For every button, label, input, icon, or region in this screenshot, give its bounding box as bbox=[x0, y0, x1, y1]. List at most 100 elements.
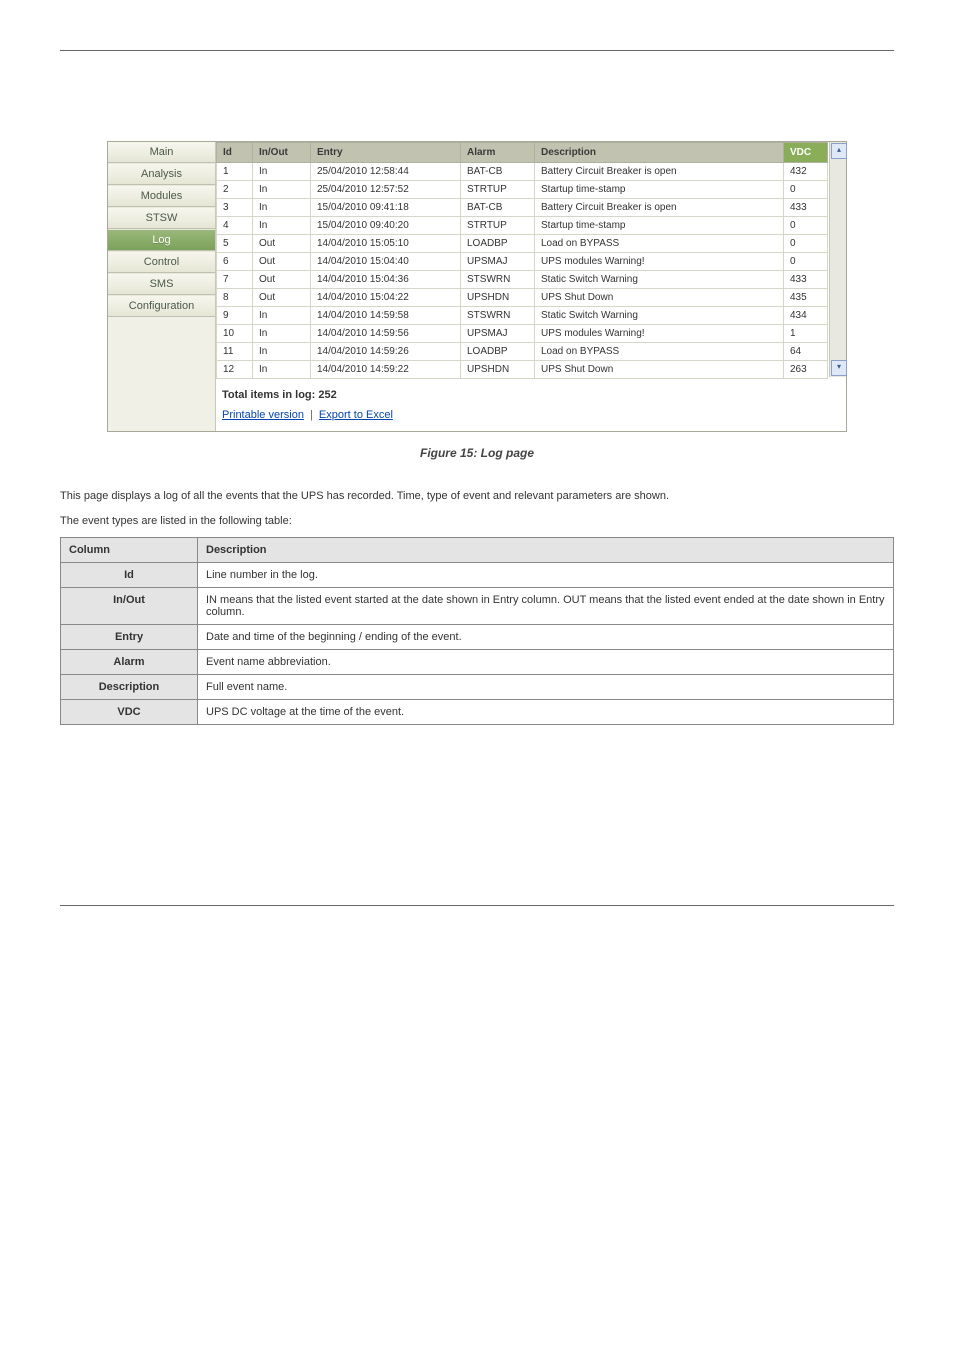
sidebar-item-label: Main bbox=[150, 146, 174, 158]
cell-id: 8 bbox=[217, 289, 253, 307]
sidebar-item-log[interactable]: Log bbox=[108, 229, 215, 251]
printable-version-link[interactable]: Printable version bbox=[222, 409, 304, 421]
log-content: Id In/Out Entry Alarm Description VDC 1I… bbox=[216, 142, 846, 431]
figure-caption: Figure 15: Log page bbox=[60, 446, 894, 460]
cell-entry: 14/04/2010 14:59:58 bbox=[311, 307, 461, 325]
cell-id: 5 bbox=[217, 235, 253, 253]
table-row[interactable]: 6Out14/04/2010 15:04:40UPSMAJUPS modules… bbox=[217, 253, 828, 271]
cell-id: 11 bbox=[217, 343, 253, 361]
log-screenshot-panel: Main Analysis Modules STSW Log Control S… bbox=[107, 141, 847, 432]
cell-inout: Out bbox=[253, 271, 311, 289]
cell-vdc: 0 bbox=[784, 181, 828, 199]
fields-cell-description: Full event name. bbox=[198, 675, 894, 700]
cell-inout: In bbox=[253, 307, 311, 325]
scrollbar[interactable]: ▴ ▾ bbox=[829, 142, 846, 377]
table-row[interactable]: 2In25/04/2010 12:57:52STRTUPStartup time… bbox=[217, 181, 828, 199]
body-paragraph-1: This page displays a log of all the even… bbox=[60, 488, 894, 505]
cell-vdc: 0 bbox=[784, 217, 828, 235]
sidebar-item-control[interactable]: Control bbox=[108, 251, 215, 273]
cell-alarm: UPSMAJ bbox=[461, 325, 535, 343]
sidebar-item-label: Analysis bbox=[141, 168, 182, 180]
body-paragraph-2: The event types are listed in the follow… bbox=[60, 513, 894, 530]
cell-vdc: 263 bbox=[784, 361, 828, 379]
cell-description: UPS Shut Down bbox=[535, 361, 784, 379]
fields-cell-key: Alarm bbox=[61, 650, 198, 675]
cell-entry: 14/04/2010 15:05:10 bbox=[311, 235, 461, 253]
fields-cell-key: VDC bbox=[61, 700, 198, 725]
cell-inout: In bbox=[253, 199, 311, 217]
table-row[interactable]: 3In15/04/2010 09:41:18BAT-CBBattery Circ… bbox=[217, 199, 828, 217]
cell-description: UPS modules Warning! bbox=[535, 325, 784, 343]
col-inout[interactable]: In/Out bbox=[253, 143, 311, 163]
cell-description: Static Switch Warning bbox=[535, 271, 784, 289]
cell-id: 2 bbox=[217, 181, 253, 199]
scroll-up-icon[interactable]: ▴ bbox=[831, 143, 847, 159]
table-row[interactable]: 12In14/04/2010 14:59:22UPSHDNUPS Shut Do… bbox=[217, 361, 828, 379]
fields-cell-key: Id bbox=[61, 563, 198, 588]
fields-row: EntryDate and time of the beginning / en… bbox=[61, 625, 894, 650]
table-row[interactable]: 1In25/04/2010 12:58:44BAT-CBBattery Circ… bbox=[217, 163, 828, 181]
cell-alarm: LOADBP bbox=[461, 235, 535, 253]
cell-alarm: BAT-CB bbox=[461, 163, 535, 181]
cell-description: Load on BYPASS bbox=[535, 235, 784, 253]
sidebar-item-main[interactable]: Main bbox=[108, 142, 215, 163]
table-row[interactable]: 4In15/04/2010 09:40:20STRTUPStartup time… bbox=[217, 217, 828, 235]
footer-links: Printable version | Export to Excel bbox=[222, 409, 838, 421]
link-separator: | bbox=[310, 409, 313, 421]
log-table-header-row: Id In/Out Entry Alarm Description VDC bbox=[217, 143, 828, 163]
cell-inout: Out bbox=[253, 253, 311, 271]
cell-description: Battery Circuit Breaker is open bbox=[535, 199, 784, 217]
cell-alarm: STRTUP bbox=[461, 217, 535, 235]
cell-vdc: 435 bbox=[784, 289, 828, 307]
fields-cell-description: IN means that the listed event started a… bbox=[198, 588, 894, 625]
scroll-down-icon[interactable]: ▾ bbox=[831, 360, 847, 376]
table-row[interactable]: 8Out14/04/2010 15:04:22UPSHDNUPS Shut Do… bbox=[217, 289, 828, 307]
col-alarm[interactable]: Alarm bbox=[461, 143, 535, 163]
cell-id: 12 bbox=[217, 361, 253, 379]
sidebar-item-stsw[interactable]: STSW bbox=[108, 207, 215, 229]
fields-cell-description: Date and time of the beginning / ending … bbox=[198, 625, 894, 650]
cell-description: UPS Shut Down bbox=[535, 289, 784, 307]
export-to-excel-link[interactable]: Export to Excel bbox=[319, 409, 393, 421]
cell-alarm: UPSHDN bbox=[461, 289, 535, 307]
fields-cell-description: UPS DC voltage at the time of the event. bbox=[198, 700, 894, 725]
total-items-label: Total items in log: 252 bbox=[222, 389, 838, 401]
table-row[interactable]: 5Out14/04/2010 15:05:10LOADBPLoad on BYP… bbox=[217, 235, 828, 253]
cell-inout: Out bbox=[253, 289, 311, 307]
cell-description: Load on BYPASS bbox=[535, 343, 784, 361]
col-entry[interactable]: Entry bbox=[311, 143, 461, 163]
table-row[interactable]: 10In14/04/2010 14:59:56UPSMAJUPS modules… bbox=[217, 325, 828, 343]
bottom-rule bbox=[60, 905, 894, 906]
top-rule bbox=[60, 50, 894, 51]
cell-inout: In bbox=[253, 361, 311, 379]
sidebar-item-sms[interactable]: SMS bbox=[108, 273, 215, 295]
fields-header-description: Description bbox=[198, 538, 894, 563]
sidebar-item-analysis[interactable]: Analysis bbox=[108, 163, 215, 185]
cell-id: 9 bbox=[217, 307, 253, 325]
cell-alarm: LOADBP bbox=[461, 343, 535, 361]
table-row[interactable]: 9In14/04/2010 14:59:58STSWRNStatic Switc… bbox=[217, 307, 828, 325]
sidebar-item-label: Modules bbox=[141, 190, 183, 202]
fields-cell-description: Line number in the log. bbox=[198, 563, 894, 588]
cell-entry: 14/04/2010 14:59:26 bbox=[311, 343, 461, 361]
fields-row: In/OutIN means that the listed event sta… bbox=[61, 588, 894, 625]
cell-vdc: 433 bbox=[784, 271, 828, 289]
col-description[interactable]: Description bbox=[535, 143, 784, 163]
cell-inout: In bbox=[253, 325, 311, 343]
log-footer: Total items in log: 252 Printable versio… bbox=[216, 379, 844, 423]
cell-alarm: BAT-CB bbox=[461, 199, 535, 217]
cell-inout: Out bbox=[253, 235, 311, 253]
cell-alarm: STRTUP bbox=[461, 181, 535, 199]
table-row[interactable]: 7Out14/04/2010 15:04:36STSWRNStatic Swit… bbox=[217, 271, 828, 289]
col-id[interactable]: Id bbox=[217, 143, 253, 163]
sidebar-item-modules[interactable]: Modules bbox=[108, 185, 215, 207]
log-table: Id In/Out Entry Alarm Description VDC 1I… bbox=[216, 142, 828, 379]
fields-table: Column Description IdLine number in the … bbox=[60, 537, 894, 725]
fields-row: IdLine number in the log. bbox=[61, 563, 894, 588]
table-row[interactable]: 11In14/04/2010 14:59:26LOADBPLoad on BYP… bbox=[217, 343, 828, 361]
sidebar-item-label: Configuration bbox=[129, 300, 194, 312]
cell-id: 7 bbox=[217, 271, 253, 289]
cell-description: Startup time-stamp bbox=[535, 217, 784, 235]
sidebar-item-configuration[interactable]: Configuration bbox=[108, 295, 215, 317]
col-vdc[interactable]: VDC bbox=[784, 143, 828, 163]
